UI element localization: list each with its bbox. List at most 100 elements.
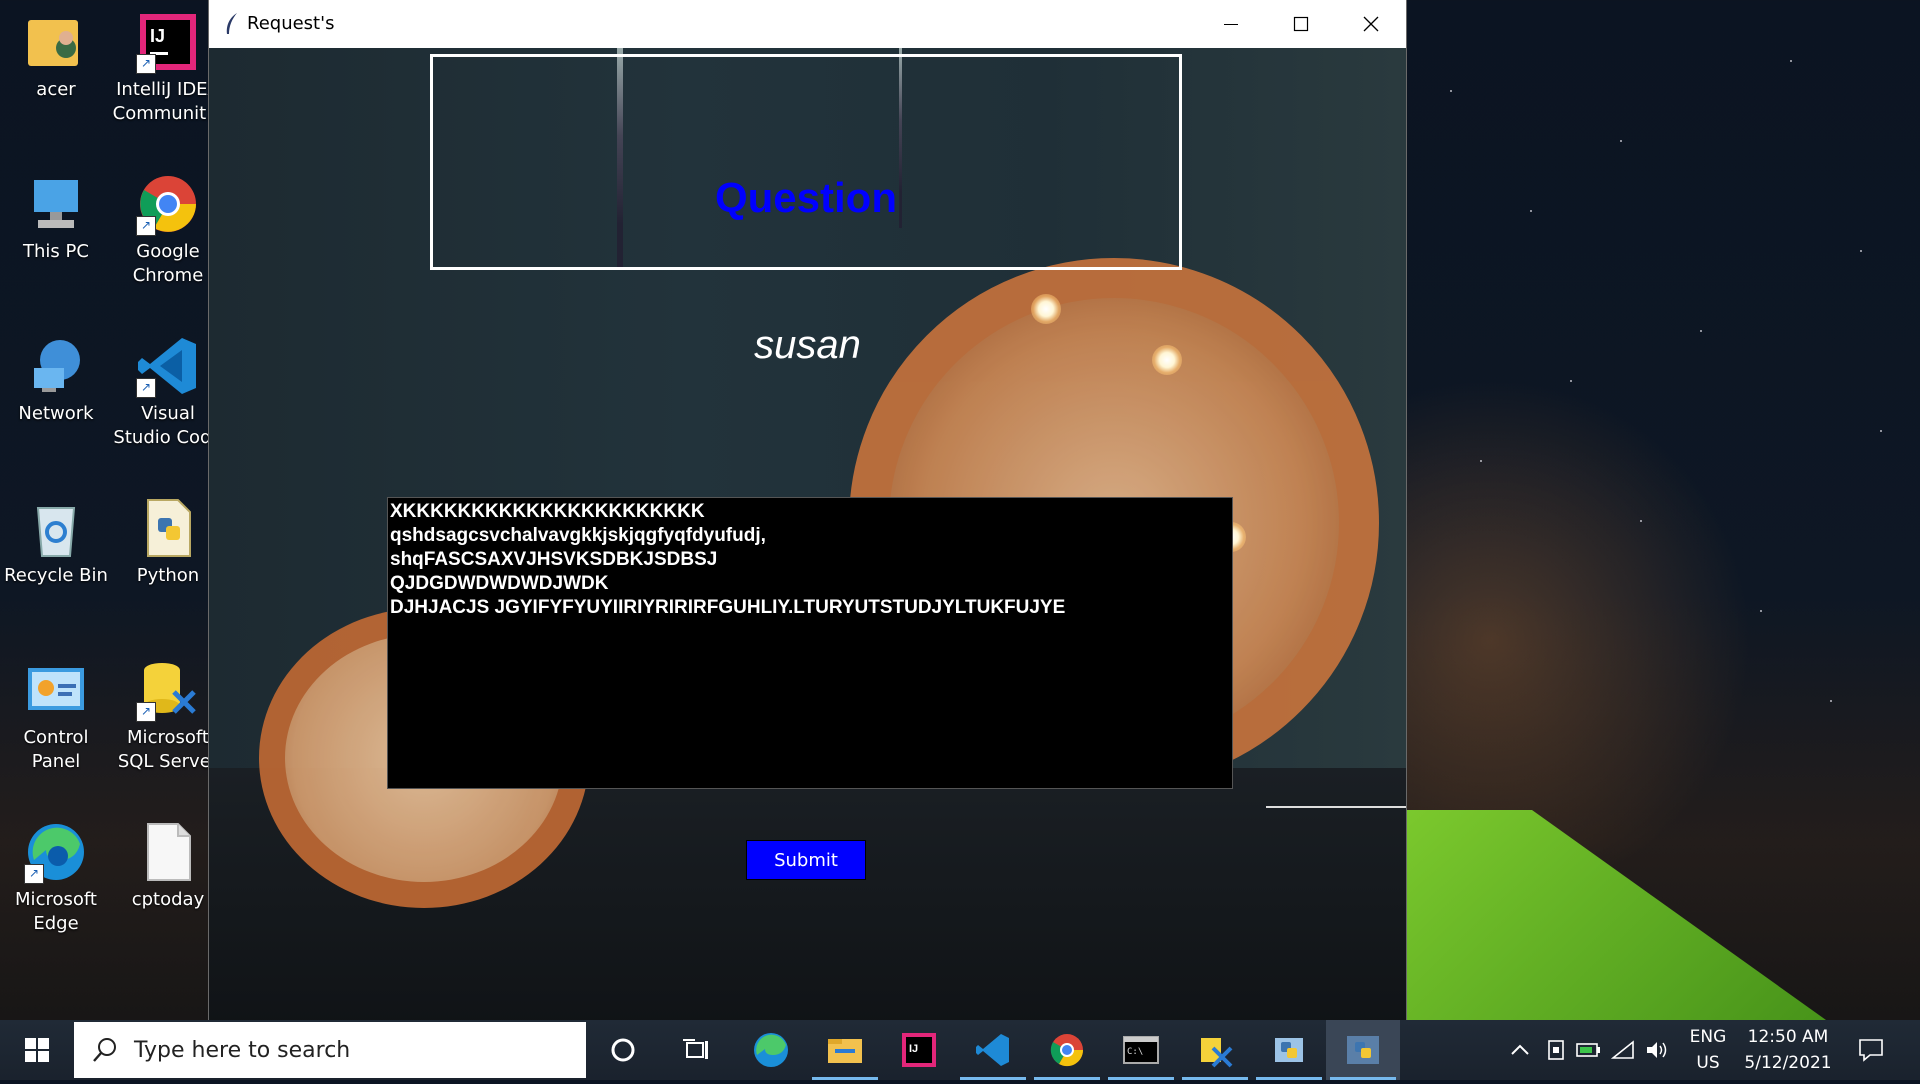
sql-tool-icon [1201, 1038, 1233, 1068]
star [1620, 140, 1622, 142]
close-button[interactable] [1336, 0, 1406, 48]
chevron-up-icon [1511, 1044, 1529, 1055]
maximize-button[interactable] [1266, 0, 1336, 48]
star [1570, 380, 1572, 382]
app-window: Request's Question susan XKKKKKKKKKKKKKK… [209, 0, 1406, 1020]
taskbar-cortana[interactable] [586, 1020, 660, 1080]
language-label: ENG [1689, 1027, 1727, 1047]
shortcut-arrow-icon: ↗ [136, 216, 156, 236]
edge-icon: ↗ [24, 820, 88, 884]
window-title: Request's [247, 13, 335, 34]
desktop-icon-label: Microsoft SQL Server [117, 727, 219, 772]
taskbar: Type here to search IJ C:\ ENG US 12:50 … [0, 1020, 1920, 1080]
sql-server-icon: ↗ [136, 658, 200, 722]
desktop-icon-control-panel[interactable]: Control Panel [0, 658, 112, 774]
taskbar-python[interactable] [1252, 1020, 1326, 1080]
desktop-icon-acer[interactable]: acer [0, 10, 112, 102]
star [1880, 430, 1882, 432]
edge-icon [754, 1033, 788, 1067]
desktop-icon-python[interactable]: Python [112, 496, 224, 588]
maximize-icon [1293, 16, 1309, 32]
desktop-icon-vscode[interactable]: ↗ Visual Studio Code [112, 334, 224, 450]
desktop-icon-label: Network [18, 403, 94, 424]
feather-icon [226, 13, 237, 34]
desktop-icon-chrome[interactable]: ↗ Google Chrome [112, 172, 224, 288]
desktop-icon-label: cptoday [131, 889, 205, 910]
show-hidden-icons-button[interactable] [1500, 1020, 1540, 1080]
star [1640, 520, 1642, 522]
user-name-label: susan [754, 323, 861, 367]
intellij-idea-icon: IJ [902, 1033, 936, 1067]
marquee-bulb [1031, 294, 1061, 324]
taskbar-chrome[interactable] [1030, 1020, 1104, 1080]
star [1830, 700, 1832, 702]
desktop-icon-label: Visual Studio Code [113, 403, 223, 448]
shortcut-arrow-icon: ↗ [24, 864, 44, 884]
svg-text:IJ: IJ [150, 26, 165, 46]
control-panel-icon [24, 658, 88, 722]
desktop-icon-label: IntelliJ IDEA Communit... [112, 79, 224, 124]
star [1530, 210, 1532, 212]
star [1700, 330, 1702, 332]
desktop-icon-intellij[interactable]: IJ ↗ IntelliJ IDEA Communit... [112, 10, 224, 126]
tray-language-button[interactable]: ENG US [1678, 1020, 1738, 1084]
star [1790, 60, 1792, 62]
recycle-bin-icon [24, 496, 88, 560]
shortcut-arrow-icon: ↗ [136, 702, 156, 722]
minimize-button[interactable] [1196, 0, 1266, 48]
taskbar-intellij[interactable]: IJ [882, 1020, 956, 1080]
search-icon [93, 1038, 116, 1062]
close-icon [1363, 16, 1379, 32]
taskbar-vscode[interactable] [956, 1020, 1030, 1080]
taskbar-terminal[interactable]: C:\ [1104, 1020, 1178, 1080]
desktop-icon-network[interactable]: Network [0, 334, 112, 426]
device-icon [1548, 1040, 1564, 1060]
svg-text:C:\: C:\ [1127, 1047, 1143, 1057]
notification-icon [1859, 1039, 1883, 1062]
tray-device-button[interactable] [1540, 1020, 1572, 1080]
answer-textarea[interactable]: XKKKKKKKKKKKKKKKKKKKKKK qshdsagcsvchalva… [387, 497, 1233, 789]
taskbar-edge[interactable] [734, 1020, 808, 1080]
desktop-icon-recycle-bin[interactable]: Recycle Bin [0, 496, 112, 588]
chrome-icon: ↗ [136, 172, 200, 236]
tray-battery-button[interactable] [1572, 1020, 1606, 1080]
tray-volume-button[interactable] [1640, 1020, 1674, 1080]
battery-icon [1576, 1043, 1600, 1057]
desktop-icon-sql-server[interactable]: ↗ Microsoft SQL Server [112, 658, 224, 774]
star [1860, 250, 1862, 252]
taskbar-python-window[interactable] [1326, 1020, 1400, 1080]
clock-time: 12:50 AM [1747, 1027, 1829, 1047]
taskbar-sql-tool[interactable] [1178, 1020, 1252, 1080]
desktop-icon-this-pc[interactable]: This PC [0, 172, 112, 264]
svg-text:IJ: IJ [909, 1043, 918, 1055]
shortcut-arrow-icon: ↗ [136, 54, 156, 74]
tray-clock[interactable]: 12:50 AM 5/12/2021 [1740, 1020, 1836, 1084]
network-icon [24, 334, 88, 398]
desktop-icon-label: acer [36, 79, 76, 100]
vscode-icon: ↗ [136, 334, 200, 398]
action-center-button[interactable] [1846, 1020, 1896, 1080]
desktop-icon-label: Microsoft Edge [15, 889, 97, 934]
intellij-idea-icon: IJ ↗ [136, 10, 200, 74]
python-app-icon [1275, 1038, 1303, 1062]
window-titlebar[interactable]: Request's [209, 0, 1406, 48]
question-frame: Question [430, 54, 1182, 270]
desktop-icon-cptoday[interactable]: cptoday [112, 820, 224, 912]
taskbar-task-view[interactable] [660, 1020, 734, 1080]
terminal-icon: C:\ [1123, 1036, 1159, 1064]
desktop-icon-edge[interactable]: ↗ Microsoft Edge [0, 820, 112, 936]
file-explorer-icon [828, 1039, 862, 1063]
shortcut-arrow-icon: ↗ [136, 378, 156, 398]
taskbar-file-explorer[interactable] [808, 1020, 882, 1080]
submit-button[interactable]: Submit [746, 840, 866, 880]
star [1760, 610, 1762, 612]
clock-date: 5/12/2021 [1744, 1053, 1832, 1073]
text-file-icon [136, 820, 200, 884]
start-button[interactable] [0, 1020, 74, 1080]
vscode-icon [976, 1034, 1009, 1066]
minimize-icon [1224, 24, 1238, 25]
desktop-icon-label: Google Chrome [132, 241, 204, 286]
taskbar-search-box[interactable]: Type here to search [74, 1022, 586, 1078]
question-label: Question [714, 174, 897, 221]
tray-wifi-button[interactable] [1606, 1020, 1640, 1080]
